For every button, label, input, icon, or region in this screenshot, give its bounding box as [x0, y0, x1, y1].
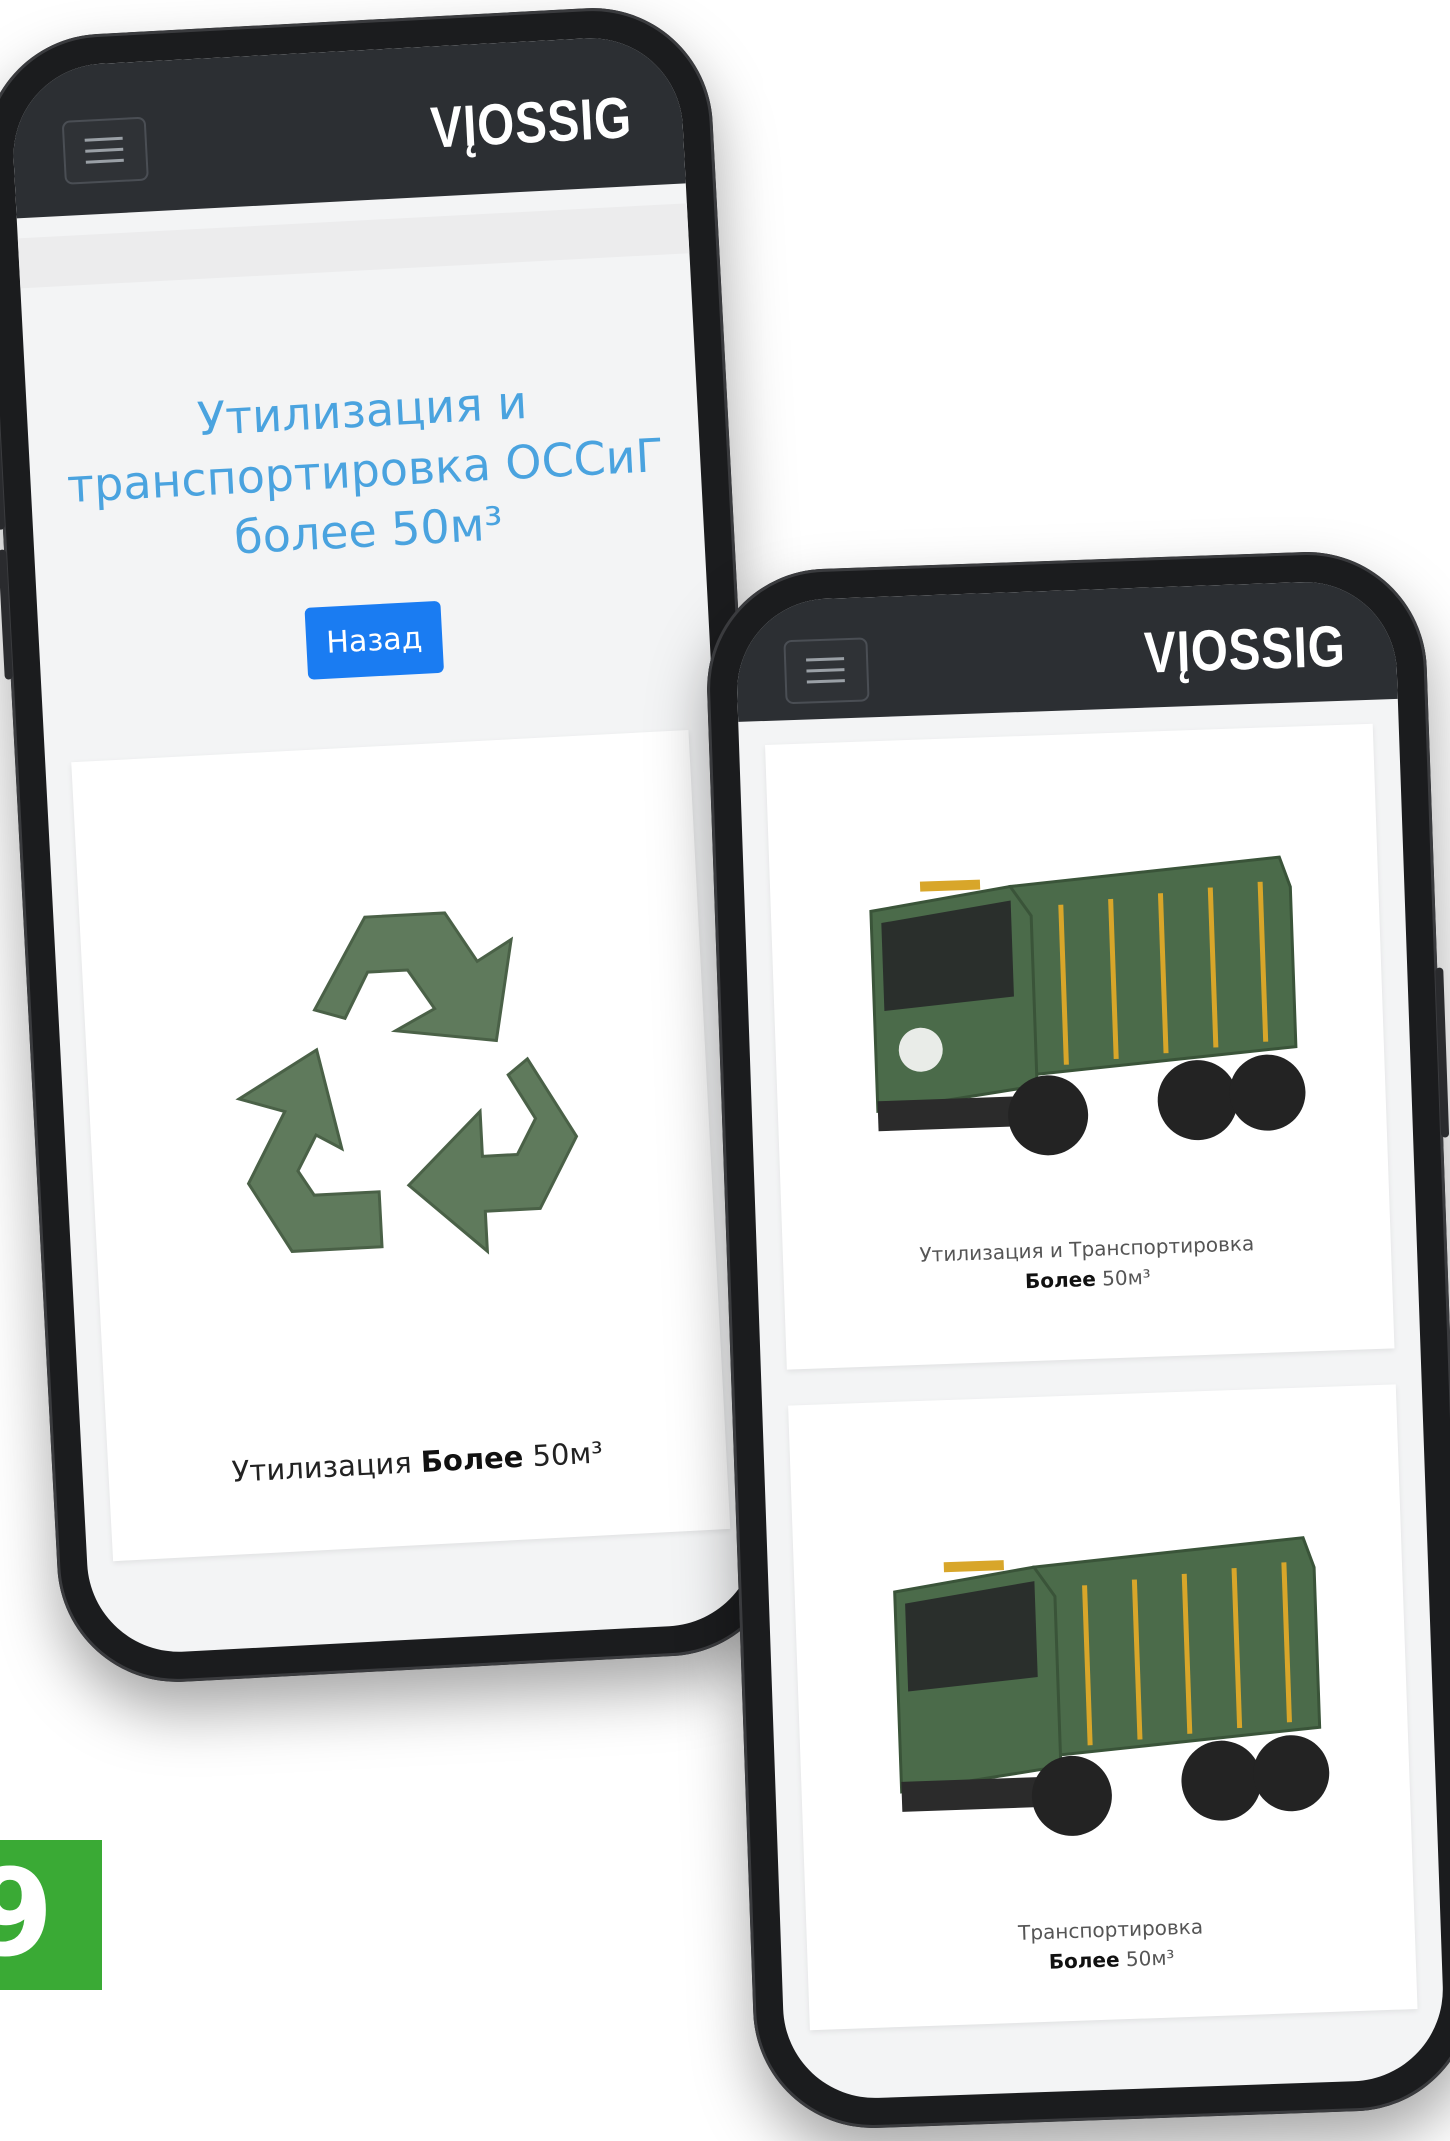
recycle-icon	[235, 911, 579, 1255]
caption-suffix: 50м³	[1125, 1945, 1175, 1972]
brand-logo[interactable]: VĮOSSIG	[429, 84, 634, 161]
recycle-card[interactable]: Утилизация Более 50м³	[71, 729, 731, 1562]
dump-truck-icon	[893, 1536, 1330, 1836]
top-strip	[17, 203, 690, 289]
caption-bold: Более	[419, 1439, 525, 1479]
recycle-transport-card[interactable]: Утилизация и Транспортировка Более 50м³	[765, 723, 1395, 1370]
recycle-card-caption: Утилизация Более 50м³	[108, 1429, 727, 1495]
left-screen: VĮOSSIG Утилизация и транспортировка ОСС…	[8, 33, 762, 1657]
transport-card-caption: Транспортировка Более 50м³	[806, 1904, 1416, 1985]
left-phone-volume-up	[0, 399, 5, 530]
right-phone-power-button	[1435, 967, 1450, 1138]
garbage-truck-with-recycle-icon	[869, 855, 1306, 1156]
badge-number: 9	[0, 1845, 54, 1984]
page-title: Утилизация и транспортировка ОССиГ более…	[46, 364, 685, 577]
menu-toggle-button[interactable]	[783, 637, 870, 705]
brand-logo[interactable]: VĮOSSIG	[1144, 613, 1348, 687]
transport-card[interactable]: Транспортировка Более 50м³	[788, 1384, 1418, 2031]
menu-toggle-button[interactable]	[61, 116, 149, 185]
app-header: VĮOSSIG	[734, 578, 1398, 722]
caption-bold: Более	[1024, 1266, 1097, 1294]
right-screen: VĮOSSIG Утилизация и Транспортировка Бол…	[734, 578, 1446, 2102]
right-phone: VĮOSSIG Утилизация и Транспортировка Бол…	[702, 547, 1450, 2133]
app-header: VĮOSSIG	[8, 33, 686, 219]
back-button[interactable]: Назад	[304, 600, 445, 680]
caption-suffix: 50м³	[1101, 1264, 1152, 1291]
caption-prefix: Утилизация	[230, 1445, 413, 1489]
caption-suffix: 50м³	[531, 1435, 604, 1474]
left-phone-volume-down	[0, 549, 13, 680]
left-phone: VĮOSSIG Утилизация и транспортировка ОСС…	[0, 2, 793, 1688]
caption-bold: Более	[1048, 1947, 1120, 1974]
recycle-transport-card-caption: Утилизация и Транспортировка Более 50м³	[782, 1223, 1392, 1304]
slide-number-badge: 9	[0, 1840, 102, 1990]
